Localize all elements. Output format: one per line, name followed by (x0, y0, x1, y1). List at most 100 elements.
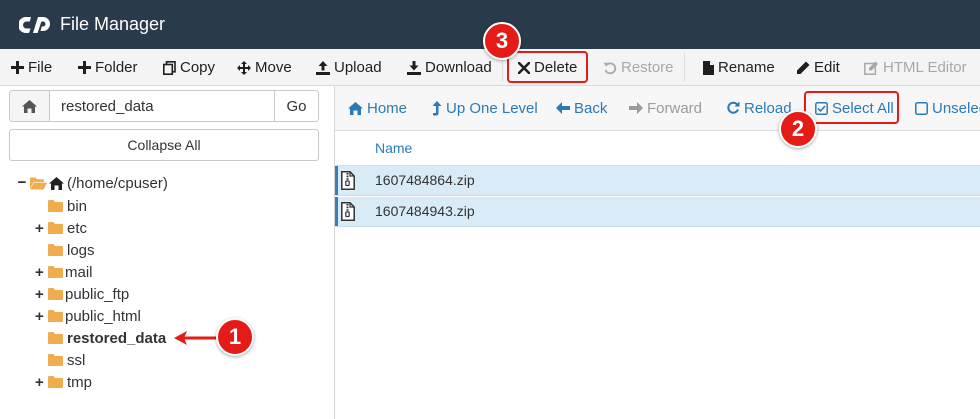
download-icon (407, 60, 421, 75)
download-label: Download (425, 59, 492, 76)
new-folder-button[interactable]: Folder (78, 49, 138, 86)
move-label: Move (255, 59, 292, 76)
download-button[interactable]: Download (407, 49, 492, 86)
rename-label: Rename (718, 59, 775, 76)
cpanel-logo-icon (19, 16, 50, 33)
file-name: 1607484864.zip (375, 172, 475, 188)
edit-label: Edit (814, 59, 840, 76)
step-badge-2: 2 (779, 110, 817, 148)
collapse-toggle-icon[interactable]: − (16, 174, 28, 191)
tree-item-restored-data[interactable]: restored_data (48, 327, 166, 349)
expand-toggle-icon[interactable]: + (35, 220, 48, 237)
rename-button[interactable]: Rename (703, 49, 775, 86)
nav-home-label: Home (367, 99, 408, 117)
select-all-highlight-box (804, 91, 899, 124)
expand-toggle-icon[interactable]: + (35, 286, 48, 303)
row-selected-marker (335, 166, 338, 195)
home-icon (348, 101, 363, 115)
tree-item-mail[interactable]: + mail (35, 261, 93, 283)
unselect-all-label: Unselec (932, 99, 980, 117)
edit-square-icon (864, 61, 878, 75)
app-title: File Manager (60, 14, 166, 34)
folder-icon (48, 200, 63, 212)
zip-file-icon (341, 202, 355, 221)
edit-button[interactable]: Edit (796, 49, 840, 86)
file-table-header: Name (335, 130, 980, 166)
tree-item-public-ftp[interactable]: + public_ftp (35, 283, 129, 305)
tree-item-label: public_html (65, 307, 141, 325)
tree-item-label: ssl (67, 351, 86, 369)
tree-item-label: tmp (67, 373, 93, 391)
tree-item-label: mail (65, 263, 93, 281)
arrow-right-icon (629, 102, 643, 114)
folder-icon (48, 332, 63, 344)
new-folder-label: Folder (95, 59, 138, 76)
tree-item-label: etc (67, 219, 88, 237)
folder-icon (48, 222, 63, 234)
folder-icon (48, 310, 63, 322)
restore-button[interactable]: Restore (603, 49, 674, 86)
tree-item-logs[interactable]: logs (48, 239, 95, 261)
new-file-label: File (28, 59, 53, 76)
tree-item-public-html[interactable]: + public_html (35, 305, 141, 327)
step-badge-3: 3 (483, 22, 521, 60)
folder-icon (48, 244, 63, 256)
zip-file-icon (341, 171, 355, 190)
html-editor-label: HTML Editor (883, 59, 967, 76)
folder-icon (48, 266, 63, 278)
up-one-level-button[interactable]: Up One Level (432, 86, 538, 130)
tree-item-label: public_ftp (65, 285, 130, 303)
go-button[interactable]: Go (274, 90, 319, 122)
delete-highlight-box (507, 51, 588, 83)
arrow-left-annotation-icon (174, 331, 220, 345)
copy-icon (163, 60, 176, 75)
copy-label: Copy (180, 59, 216, 76)
tree-item-etc[interactable]: + etc (35, 217, 87, 239)
forward-label: Forward (647, 99, 703, 117)
up-one-level-label: Up One Level (446, 99, 538, 117)
nav-home-button[interactable]: Home (348, 86, 407, 130)
back-button[interactable]: Back (556, 86, 607, 130)
home-icon (22, 99, 37, 113)
refresh-icon (727, 101, 740, 114)
plus-icon (11, 61, 24, 74)
move-button[interactable]: Move (237, 49, 292, 86)
home-dir-button[interactable] (9, 90, 50, 122)
name-column-header[interactable]: Name (375, 140, 412, 156)
folder-icon (48, 354, 63, 366)
collapse-all-button[interactable]: Collapse All (9, 129, 319, 161)
upload-button[interactable]: Upload (316, 49, 382, 86)
arrow-left-icon (556, 102, 570, 114)
tree-item-tmp[interactable]: + tmp (35, 371, 92, 393)
tree-item-label: (/home/cpuser) (67, 175, 168, 192)
upload-icon (316, 60, 330, 75)
path-input[interactable] (49, 90, 275, 122)
tree-item-label: restored_data (67, 329, 167, 347)
new-file-button[interactable]: File (11, 49, 52, 86)
step-badge-1: 1 (216, 318, 254, 356)
checkbox-empty-icon (915, 101, 928, 115)
tree-item-bin[interactable]: bin (48, 195, 87, 217)
tree-item-label: bin (67, 197, 88, 215)
upload-label: Upload (334, 59, 382, 76)
expand-toggle-icon[interactable]: + (35, 308, 48, 325)
folder-icon (48, 376, 63, 388)
tree-item-label: logs (67, 241, 95, 259)
copy-button[interactable]: Copy (163, 49, 215, 86)
file-row[interactable]: 1607484864.zip (335, 166, 980, 196)
file-icon (703, 60, 714, 75)
level-up-icon (432, 100, 442, 115)
expand-toggle-icon[interactable]: + (35, 264, 48, 281)
plus-icon (78, 61, 91, 74)
back-label: Back (574, 99, 608, 117)
forward-button[interactable]: Forward (629, 86, 702, 130)
row-selected-marker (335, 197, 338, 226)
unselect-all-button[interactable]: Unselec (915, 86, 980, 130)
file-row[interactable]: 1607484943.zip (335, 197, 980, 227)
folder-icon (48, 288, 63, 300)
html-editor-button[interactable]: HTML Editor (864, 49, 967, 86)
expand-toggle-icon[interactable]: + (35, 374, 48, 391)
tree-item-ssl[interactable]: ssl (48, 349, 85, 371)
toolbar-divider (684, 53, 685, 82)
pencil-icon (797, 61, 810, 74)
